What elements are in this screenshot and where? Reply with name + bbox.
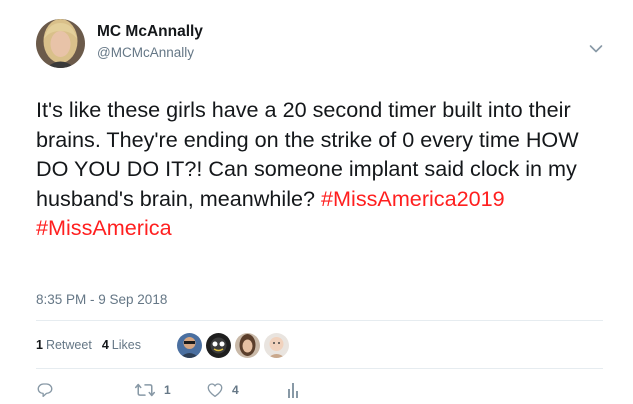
tweet-text: It's like these girls have a 20 second t…	[36, 95, 606, 243]
likers-avatars	[177, 331, 293, 359]
retweet-icon	[134, 381, 156, 399]
chevron-down-icon[interactable]	[589, 41, 603, 53]
tweet-card: MC McAnnally @MCMcAnnally It's like thes…	[0, 0, 633, 404]
tweet-stats: 1 Retweet 4 Likes	[36, 331, 151, 359]
liker-avatar[interactable]	[177, 332, 202, 358]
likes-count: 4	[101, 338, 109, 352]
like-count: 4	[232, 383, 239, 397]
heart-icon	[206, 381, 224, 399]
author-display-name[interactable]: MC McAnnally	[97, 22, 203, 42]
author-avatar[interactable]	[36, 19, 85, 68]
retweets-stat[interactable]: 1 Retweet	[36, 338, 92, 352]
retweet-button[interactable]: 1	[134, 381, 206, 399]
divider	[36, 320, 603, 321]
likes-stat[interactable]: 4 Likes	[102, 338, 141, 352]
author-info[interactable]: MC McAnnally @MCMcAnnally	[97, 22, 203, 62]
retweets-label: Retweet	[45, 338, 92, 352]
hashtag-link[interactable]: #MissAmerica	[36, 215, 172, 240]
tweet-timestamp[interactable]: 8:35 PM - 9 Sep 2018	[36, 292, 167, 307]
reply-icon	[36, 381, 54, 399]
analytics-icon	[286, 381, 300, 399]
tweet-actions: 1 4	[36, 380, 300, 400]
tweet-header: MC McAnnally @MCMcAnnally	[36, 19, 603, 69]
liker-avatar[interactable]	[206, 332, 231, 358]
analytics-button[interactable]	[286, 381, 300, 399]
liker-avatar[interactable]	[264, 332, 289, 358]
hashtag-link[interactable]: #MissAmerica2019	[321, 186, 505, 211]
author-handle[interactable]: @MCMcAnnally	[97, 44, 203, 62]
like-button[interactable]: 4	[206, 381, 286, 399]
retweet-count: 1	[164, 383, 171, 397]
likes-label: Likes	[111, 338, 141, 352]
reply-button[interactable]	[36, 381, 134, 399]
divider	[36, 368, 603, 369]
liker-avatar[interactable]	[235, 332, 260, 358]
retweets-count: 1	[36, 338, 43, 352]
